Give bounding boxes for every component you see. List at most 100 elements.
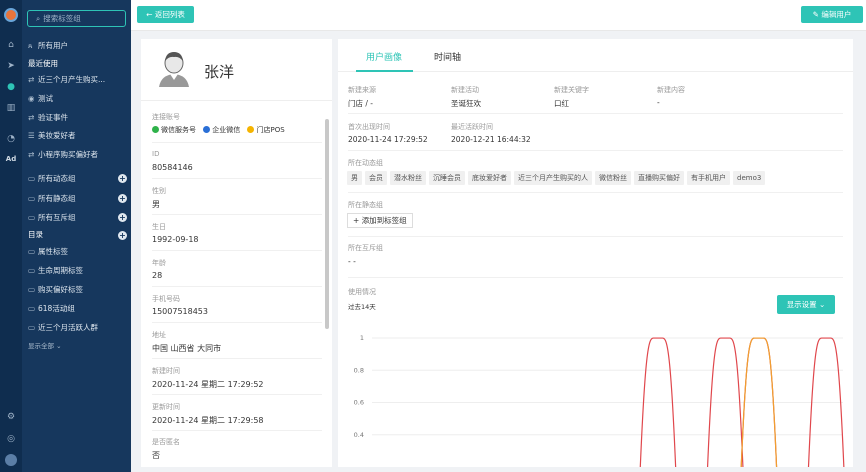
catalog-item[interactable]: ▭ 属性标签 <box>28 246 128 258</box>
ad-icon[interactable]: Ad <box>0 155 22 163</box>
channel-list: 微信服务号 企业微信 门店POS <box>152 125 290 135</box>
send-icon[interactable]: ➤ <box>0 61 22 71</box>
chat-icon[interactable]: ◔ <box>0 134 22 144</box>
channel-work-wechat: 企业微信 <box>203 126 240 134</box>
edit-user-button[interactable]: ✎ 编辑用户 <box>801 6 863 23</box>
edit-label: 编辑用户 <box>821 10 852 19</box>
swap-icon: ⇄ <box>28 150 35 159</box>
user-circle-icon: ◉ <box>28 94 35 103</box>
icon-rail: ⌂ ➤ ● ▥ ◔ Ad ⚙ ◎ <box>0 0 22 472</box>
field-value: 中国 山西省 大同市 <box>152 344 222 353</box>
y-tick-label: 0.6 <box>354 399 364 407</box>
catalog-item[interactable]: ▭ 近三个月活跃人群 <box>28 322 128 334</box>
y-tick-label: 1 <box>360 334 364 342</box>
divider <box>152 178 322 179</box>
folder-icon: ▭ <box>28 323 36 332</box>
wechat-icon <box>152 126 159 133</box>
swap-icon: ⇄ <box>28 113 35 122</box>
field-label: 手机号码 <box>152 295 180 303</box>
divider <box>152 250 322 251</box>
search-icon: ⌕ <box>36 14 41 23</box>
bar-chart-icon[interactable]: ▥ <box>0 103 22 113</box>
show-all-label: 显示全部 <box>28 342 54 350</box>
add-mutex-group-icon[interactable]: + <box>118 213 127 222</box>
sidebar-item-label: 所有静态组 <box>38 194 76 203</box>
add-catalog-icon[interactable]: + <box>118 231 127 240</box>
field-label: 性别 <box>152 187 166 195</box>
app-logo[interactable] <box>4 8 18 22</box>
channel-label: 企业微信 <box>212 126 241 134</box>
pencil-icon: ✎ <box>812 10 819 19</box>
catalog-item-label: 618活动组 <box>38 304 75 313</box>
divider <box>152 322 322 323</box>
catalog-item-label: 购买偏好标签 <box>38 285 83 294</box>
add-static-group-icon[interactable]: + <box>118 194 127 203</box>
list-icon: ☰ <box>28 131 35 140</box>
catalog-item[interactable]: ▭ 生命周期标签 <box>28 265 128 277</box>
sidebar-item-beauty-fans[interactable]: ☰ 美妆爱好者 <box>28 130 128 142</box>
catalog-item[interactable]: ▭ 618活动组 <box>28 303 128 315</box>
sidebar-group-static[interactable]: ▭ 所有静态组 <box>28 193 128 205</box>
folder-icon: ▭ <box>28 266 36 275</box>
sidebar-group-dynamic[interactable]: ▭ 所有动态组 <box>28 173 128 185</box>
sidebar-group-mutex[interactable]: ▭ 所有互斥组 <box>28 212 128 224</box>
folder-icon: ▭ <box>28 174 36 183</box>
catalog-item[interactable]: ▭ 购买偏好标签 <box>28 284 128 296</box>
sidebar-item-all-users[interactable]: ጰ 所有用户 <box>28 40 128 52</box>
sidebar-item-label: 所有用户 <box>38 41 68 50</box>
pos-icon <box>247 126 255 133</box>
divider <box>152 286 322 287</box>
account-avatar[interactable] <box>5 454 17 466</box>
folder-icon: ▭ <box>28 213 36 222</box>
catalog-item-label: 生命周期标签 <box>38 266 83 275</box>
field-label: 生日 <box>152 223 166 231</box>
divider <box>152 358 322 359</box>
users-icon: ጰ <box>28 41 33 50</box>
folder-icon: ▭ <box>28 247 36 256</box>
channel-wechat: 微信服务号 <box>152 126 196 134</box>
field-value: 2020-11-24 星期二 17:29:58 <box>152 416 264 425</box>
field-value: 15007518453 <box>152 307 208 316</box>
help-icon[interactable]: ◎ <box>0 434 22 444</box>
chevron-down-icon: ⌄ <box>56 342 62 350</box>
swap-icon: ⇄ <box>28 75 35 84</box>
profile-scrollbar[interactable] <box>325 119 329 329</box>
channels-label: 连接账号 <box>152 113 180 121</box>
sidebar-item-label: 验证事件 <box>38 113 68 122</box>
gear-icon[interactable]: ⚙ <box>0 412 22 422</box>
sidebar-item-label: 测试 <box>38 94 53 103</box>
field-label: 地址 <box>152 331 166 339</box>
recent-section-title: 最近使用 <box>28 59 58 68</box>
catalog-item-label: 属性标签 <box>38 247 68 256</box>
field-value: 否 <box>152 451 160 460</box>
search-placeholder: 搜索标签组 <box>43 14 81 23</box>
show-all-link[interactable]: 显示全部 ⌄ <box>28 340 62 350</box>
channel-label: 微信服务号 <box>161 126 196 134</box>
avatar <box>157 49 191 87</box>
search-input[interactable]: ⌕ 搜索标签组 <box>27 10 126 27</box>
sidebar-item-label: 所有互斥组 <box>38 213 76 222</box>
sidebar-item-verify-event[interactable]: ⇄ 验证事件 <box>28 112 128 124</box>
add-dynamic-group-icon[interactable]: + <box>118 174 127 183</box>
back-to-list-button[interactable]: ← 返回列表 <box>137 6 194 23</box>
sidebar-item-miniprogram[interactable]: ⇄ 小程序购买偏好者 <box>28 149 128 161</box>
catalog-item-label: 近三个月活跃人群 <box>38 323 98 332</box>
sidebar-item-label: 小程序购买偏好者 <box>38 150 98 159</box>
field-label: 年龄 <box>152 259 166 267</box>
user-icon[interactable]: ● <box>0 82 22 92</box>
sidebar-item-label: 近三个月产生购买... <box>38 75 106 84</box>
profile-name: 张洋 <box>204 63 235 81</box>
folder-icon: ▭ <box>28 194 36 203</box>
divider <box>152 142 322 143</box>
field-value: 男 <box>152 200 160 209</box>
work-wechat-icon <box>203 126 211 133</box>
divider <box>152 394 322 395</box>
portrait-card: 用户画像 时间轴 新建来源 门店 / - 新建活动 圣诞狂欢 新建关键字 口红 … <box>338 39 853 467</box>
catalog-title: 目录 <box>28 230 43 239</box>
arrow-left-icon: ← <box>146 10 153 19</box>
home-icon[interactable]: ⌂ <box>0 40 22 50</box>
sidebar-item-test[interactable]: ◉ 测试 <box>28 93 128 105</box>
sidebar-item-recent-buyers[interactable]: ⇄ 近三个月产生购买... <box>28 74 128 86</box>
field-label: 是否匿名 <box>152 438 180 446</box>
y-tick-label: 0.8 <box>354 366 364 374</box>
